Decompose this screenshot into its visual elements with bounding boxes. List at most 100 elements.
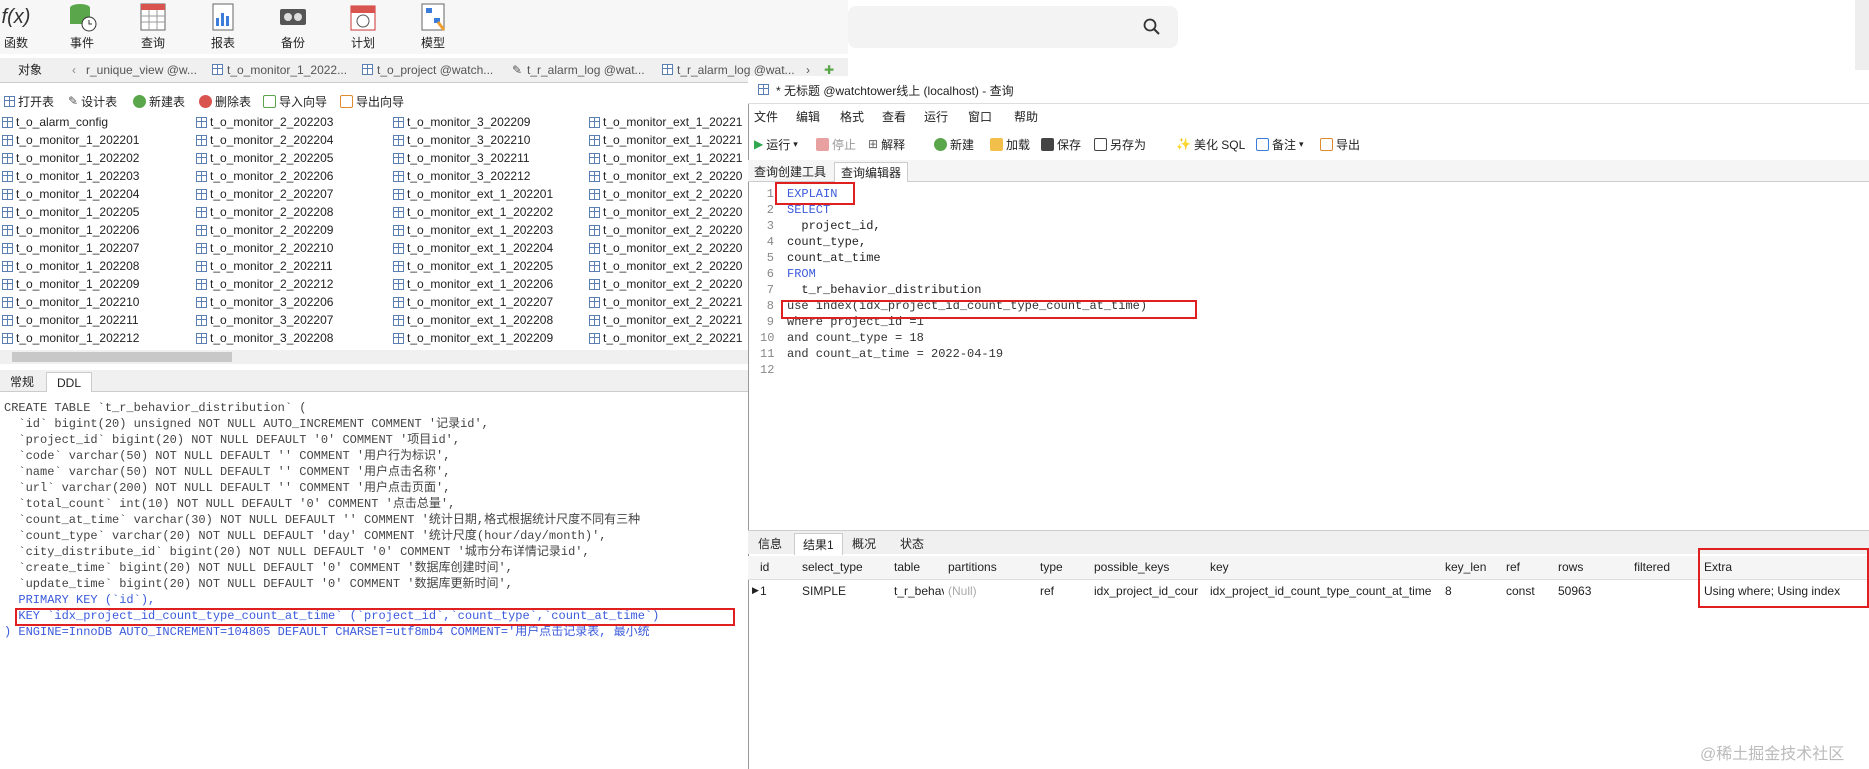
list-item[interactable]: t_o_monitor_ext_2_20220	[589, 167, 742, 185]
tab-project[interactable]: t_o_project @watch...	[362, 58, 506, 82]
table-cell[interactable]: 50963	[1558, 580, 1630, 602]
list-item[interactable]: t_o_monitor_ext_2_20220	[589, 239, 742, 257]
table-cell[interactable]: const	[1506, 580, 1554, 602]
sql-editor[interactable]: 1 EXPLAIN 2 SELECT 3 project_id, 4 count_type,…	[760, 186, 1860, 526]
new-query-button[interactable]: 新建	[934, 135, 974, 153]
list-item[interactable]: t_o_monitor_2_202204	[196, 131, 333, 149]
list-item[interactable]: t_o_monitor_1_202202	[2, 149, 139, 167]
table-cell[interactable]: idx_project_id_cour	[1094, 580, 1206, 602]
list-item[interactable]: t_o_monitor_ext_1_202201	[393, 185, 553, 203]
tab-unique-view[interactable]: r_unique_view @w...	[86, 58, 206, 82]
tab-profile[interactable]: 概况	[844, 533, 884, 555]
tab-alarm-log-design[interactable]: ✎ t_r_alarm_log @wat...	[512, 58, 656, 82]
list-item[interactable]: t_o_monitor_ext_1_202205	[393, 257, 553, 275]
export-wizard-button[interactable]: 导出向导	[340, 92, 404, 110]
list-item[interactable]: t_o_monitor_1_202204	[2, 185, 139, 203]
list-item[interactable]: t_o_monitor_2_202207	[196, 185, 333, 203]
list-item[interactable]: t_o_monitor_ext_1_202207	[393, 293, 553, 311]
list-item[interactable]: t_o_monitor_ext_1_202208	[393, 311, 553, 329]
list-item[interactable]: t_o_monitor_2_202206	[196, 167, 333, 185]
tab-ddl[interactable]: DDL	[46, 372, 93, 392]
list-item[interactable]: t_o_monitor_3_202208	[196, 329, 333, 347]
list-item[interactable]: t_o_monitor_ext_2_20221	[589, 311, 742, 329]
column-header[interactable]: key	[1210, 556, 1229, 578]
list-item[interactable]: t_o_monitor_ext_2_20221	[589, 329, 742, 347]
open-table-button[interactable]: 打开表	[4, 92, 54, 110]
list-item[interactable]: t_o_monitor_1_202211	[2, 311, 139, 329]
list-item[interactable]: t_o_monitor_3_202207	[196, 311, 333, 329]
list-item[interactable]: t_o_monitor_1_202207	[2, 239, 139, 257]
column-header[interactable]: key_len	[1445, 556, 1486, 578]
menu-item[interactable]: 查看	[882, 108, 906, 125]
backup-button[interactable]: 备份	[263, 0, 323, 54]
list-item[interactable]: t_o_monitor_ext_1_20221	[589, 113, 742, 131]
column-header[interactable]: type	[1040, 556, 1063, 578]
search-box[interactable]	[848, 6, 1178, 48]
list-item[interactable]: t_o_monitor_2_202212	[196, 275, 333, 293]
table-cell[interactable]: ref	[1040, 580, 1090, 602]
scrollbar-thumb[interactable]	[12, 352, 232, 362]
list-item[interactable]: t_o_monitor_1_202206	[2, 221, 139, 239]
table-cell[interactable]	[1634, 580, 1700, 602]
event-button[interactable]: 事件	[52, 0, 112, 54]
list-item[interactable]: t_o_monitor_3_202209	[393, 113, 553, 131]
tab-info[interactable]: 信息	[750, 533, 790, 555]
table-cell[interactable]: (Null)	[948, 580, 1036, 602]
list-item[interactable]: t_o_monitor_ext_2_20221	[589, 293, 742, 311]
list-item[interactable]: t_o_monitor_2_202209	[196, 221, 333, 239]
menu-item[interactable]: 帮助	[1014, 108, 1038, 125]
table-list-scrollbar[interactable]	[0, 350, 750, 364]
list-item[interactable]: t_o_monitor_1_202205	[2, 203, 139, 221]
list-item[interactable]: t_o_monitor_3_202211	[393, 149, 553, 167]
list-item[interactable]: t_o_monitor_ext_2_20220	[589, 275, 742, 293]
table-cell[interactable]: idx_project_id_count_type_count_at_time	[1210, 580, 1441, 602]
load-button[interactable]: 加载	[990, 135, 1030, 153]
tab-status[interactable]: 状态	[892, 533, 932, 555]
column-header[interactable]: id	[760, 556, 769, 578]
chevron-down-icon[interactable]: ▾	[1299, 139, 1304, 150]
tab-monitor[interactable]: t_o_monitor_1_2022...	[212, 58, 356, 82]
save-as-button[interactable]: 另存为	[1094, 135, 1146, 153]
list-item[interactable]: t_o_monitor_1_202208	[2, 257, 139, 275]
column-header[interactable]: ref	[1506, 556, 1520, 578]
menu-item[interactable]: 格式	[840, 108, 864, 125]
run-button[interactable]: ▶ 运行 ▾	[754, 135, 798, 153]
list-item[interactable]: t_o_monitor_ext_1_202202	[393, 203, 553, 221]
table-cell[interactable]: SIMPLE	[802, 580, 890, 602]
page-scrollbar[interactable]	[1855, 0, 1869, 70]
menu-item[interactable]: 文件	[754, 108, 778, 125]
list-item[interactable]: t_o_monitor_1_202212	[2, 329, 139, 347]
tab-query-builder[interactable]: 查询创建工具	[748, 162, 832, 182]
list-item[interactable]: t_o_monitor_2_202208	[196, 203, 333, 221]
delete-table-button[interactable]: 删除表	[199, 92, 251, 110]
tab-general[interactable]: 常规	[0, 372, 44, 392]
table-cell[interactable]: t_r_behavi	[894, 580, 944, 602]
beautify-sql-button[interactable]: ✨ 美化 SQL	[1176, 135, 1245, 153]
list-item[interactable]: t_o_monitor_2_202211	[196, 257, 333, 275]
model-button[interactable]: 模型	[403, 0, 463, 54]
list-item[interactable]: t_o_monitor_ext_2_20220	[589, 185, 742, 203]
menu-item[interactable]: 窗口	[968, 108, 992, 125]
table-cell[interactable]: 1	[760, 580, 798, 602]
list-item[interactable]: t_o_monitor_ext_1_202209	[393, 329, 553, 347]
list-item[interactable]: t_o_monitor_1_202209	[2, 275, 139, 293]
menu-item[interactable]: 编辑	[796, 108, 820, 125]
list-item[interactable]: t_o_monitor_ext_2_20220	[589, 203, 742, 221]
explain-button[interactable]: ⊞ 解释	[868, 135, 905, 153]
design-table-button[interactable]: ✎ 设计表	[68, 92, 117, 110]
chevron-left-icon[interactable]: ‹	[72, 58, 76, 82]
column-header[interactable]: rows	[1558, 556, 1583, 578]
table-cell[interactable]: 8	[1445, 580, 1502, 602]
tab-result1[interactable]: 结果1	[794, 533, 843, 555]
column-header[interactable]: select_type	[802, 556, 863, 578]
query-button[interactable]: 查询	[123, 0, 183, 54]
report-button[interactable]: 报表	[193, 0, 253, 54]
list-item[interactable]: t_o_monitor_2_202210	[196, 239, 333, 257]
list-item[interactable]: t_o_alarm_config	[2, 113, 139, 131]
export-button[interactable]: 导出	[1320, 135, 1360, 153]
list-item[interactable]: t_o_monitor_ext_1_202206	[393, 275, 553, 293]
column-header[interactable]: possible_keys	[1094, 556, 1169, 578]
list-item[interactable]: t_o_monitor_ext_2_20220	[589, 257, 742, 275]
column-header[interactable]: table	[894, 556, 920, 578]
list-item[interactable]: t_o_monitor_ext_1_202204	[393, 239, 553, 257]
